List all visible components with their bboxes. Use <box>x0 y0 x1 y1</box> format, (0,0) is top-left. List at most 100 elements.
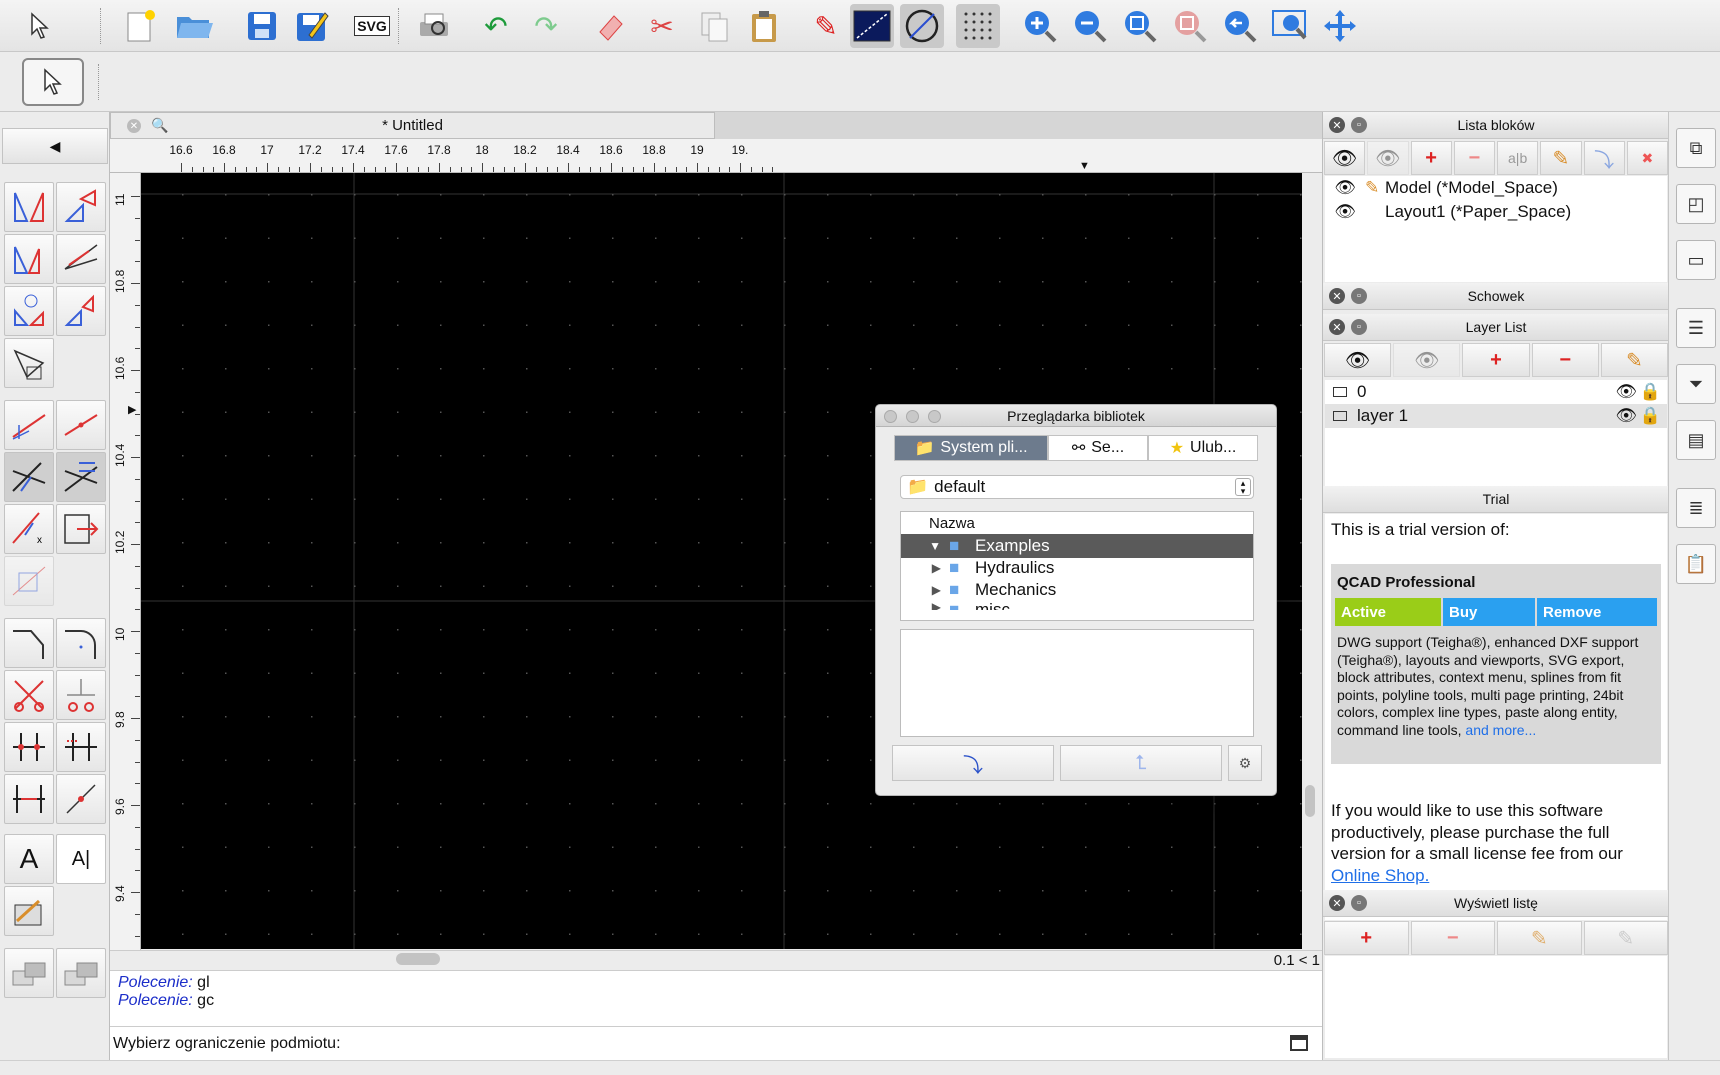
zoom-dot[interactable] <box>928 410 941 423</box>
horizontal-scrollbar[interactable] <box>396 953 440 965</box>
layer-row[interactable]: layer 1 👁 🔒 <box>1325 404 1667 428</box>
up-button[interactable]: ⮤ <box>1060 745 1222 781</box>
float-icon[interactable]: ▫ <box>1351 319 1367 335</box>
hatch-tool-icon[interactable] <box>4 886 54 936</box>
pencil-icon[interactable]: ✎ <box>804 4 848 48</box>
print-preview-icon[interactable] <box>412 4 456 48</box>
fillet-tool-icon[interactable] <box>56 618 106 668</box>
zoom-window-icon[interactable] <box>1268 4 1312 48</box>
chamfer-tool-icon[interactable] <box>4 618 54 668</box>
pan-icon[interactable] <box>1318 4 1362 48</box>
stretch-tool-icon[interactable] <box>56 504 106 554</box>
tree-item-examples[interactable]: ▼ ■ Examples <box>901 534 1253 558</box>
close-dot[interactable] <box>884 410 897 423</box>
property-toggle-icon[interactable]: ▤ <box>1676 420 1716 460</box>
collapsed-arrow-icon[interactable]: ▶ <box>901 583 941 597</box>
document-tab[interactable]: ✕ 🔍 * Untitled <box>110 112 715 139</box>
block-list-toggle-icon[interactable]: ⧉ <box>1676 128 1716 168</box>
copy-icon[interactable] <box>692 4 736 48</box>
open-folder-icon[interactable] <box>172 4 216 48</box>
delete-block-icon[interactable]: ✖ <box>1626 141 1668 175</box>
more-link[interactable]: and more... <box>1465 722 1536 738</box>
float-icon[interactable]: ▫ <box>1351 288 1367 304</box>
minimize-dot[interactable] <box>906 410 919 423</box>
edit-icon[interactable]: ✎ <box>1497 921 1582 955</box>
dot-grid-icon[interactable] <box>956 4 1000 48</box>
save-icon[interactable] <box>240 4 284 48</box>
zoom-out-icon[interactable] <box>1068 4 1112 48</box>
divide-tool-icon[interactable]: x <box>4 504 54 554</box>
window-icon[interactable] <box>1290 1035 1308 1051</box>
new-file-icon[interactable] <box>118 4 162 48</box>
cut-tool-icon[interactable] <box>56 670 106 720</box>
filter-toggle-icon[interactable]: ⏷ <box>1676 364 1716 404</box>
command-line-toggle-icon[interactable]: ≣ <box>1676 488 1716 528</box>
show-all-icon[interactable]: 👁 <box>1324 141 1366 175</box>
offset-tool-icon[interactable] <box>4 452 54 502</box>
text-tool-icon[interactable]: A <box>4 834 54 884</box>
column-header[interactable]: Nazwa <box>901 512 1253 536</box>
explode-tool-icon[interactable] <box>56 722 106 772</box>
close-icon[interactable]: ✕ <box>1329 319 1345 335</box>
rename-icon[interactable]: ✎ <box>1583 921 1668 955</box>
close-tab-icon[interactable]: ✕ <box>127 119 141 133</box>
tree-item-hydraulics[interactable]: ▶ ■ Hydraulics <box>901 556 1253 580</box>
edit-block-icon[interactable]: ✎ <box>1540 141 1582 175</box>
eraser-icon[interactable] <box>588 4 632 48</box>
zoom-auto-icon[interactable] <box>1118 4 1162 48</box>
vertical-scrollbar[interactable] <box>1305 785 1315 817</box>
lock-icon[interactable]: 🔒 <box>1640 406 1661 426</box>
zoom-in-icon[interactable] <box>1018 4 1062 48</box>
source-combobox[interactable]: 📁 default ▴ ▾ <box>900 475 1254 499</box>
rotate-two-tool-icon[interactable] <box>56 286 106 336</box>
edit-layer-icon[interactable]: ✎ <box>1600 343 1669 377</box>
remove-layer-icon[interactable]: − <box>1531 343 1599 377</box>
remove-icon[interactable]: − <box>1410 921 1495 955</box>
move-rotate-tool-icon[interactable] <box>4 286 54 336</box>
save-as-icon[interactable] <box>290 4 334 48</box>
library-browser-toggle-icon[interactable]: ◰ <box>1676 184 1716 224</box>
bevel-tool-icon[interactable] <box>4 338 54 388</box>
trim-tool-icon[interactable] <box>56 400 106 450</box>
layer-tool-icon[interactable] <box>4 948 54 998</box>
tree-item-misc[interactable]: ▶ ■ misc <box>901 600 1253 610</box>
eye-icon[interactable]: 👁 <box>1325 178 1365 198</box>
eye-icon[interactable]: 👁 <box>1615 382 1637 402</box>
pointer-icon[interactable] <box>18 4 62 48</box>
library-browser-titlebar[interactable]: Przeglądarka bibliotek <box>876 405 1276 427</box>
remove-block-icon[interactable]: − <box>1453 141 1495 175</box>
block-tool-icon[interactable] <box>56 948 106 998</box>
rename-block-icon[interactable]: a|b <box>1497 141 1539 175</box>
svg-export-icon[interactable]: SVG <box>350 4 394 48</box>
expanded-arrow-icon[interactable]: ▼ <box>901 539 941 553</box>
buy-button[interactable]: Buy <box>1443 598 1535 626</box>
command-input[interactable]: Wybierz ograniczenie podmiotu: <box>110 1026 1322 1060</box>
online-shop-link[interactable]: Online Shop. <box>1331 866 1429 885</box>
float-icon[interactable]: ▫ <box>1351 895 1367 911</box>
redo-icon[interactable]: ↷ <box>524 4 568 48</box>
list-toggle-icon[interactable]: ☰ <box>1676 308 1716 348</box>
eye-icon[interactable]: 👁 <box>1325 202 1365 222</box>
mirror-tool-icon[interactable] <box>4 182 54 232</box>
eye-icon[interactable]: 👁 <box>1615 406 1637 426</box>
block-row[interactable]: 👁 ✎ Model (*Model_Space) <box>1325 176 1667 200</box>
hide-all-layers-icon[interactable]: 👁 <box>1393 343 1461 377</box>
block-row[interactable]: 👁 Layout1 (*Paper_Space) <box>1325 200 1667 224</box>
add-block-icon[interactable]: + <box>1410 141 1452 175</box>
split-tool-icon[interactable] <box>4 722 54 772</box>
float-icon[interactable]: ▫ <box>1351 117 1367 133</box>
layer-row[interactable]: 0 👁 🔒 <box>1325 380 1667 404</box>
add-icon[interactable]: + <box>1324 921 1409 955</box>
clipboard-toggle-icon[interactable]: 📋 <box>1676 544 1716 584</box>
settings-button[interactable]: ⚙ <box>1228 745 1262 781</box>
paste-icon[interactable] <box>742 4 786 48</box>
close-icon[interactable]: ✕ <box>1329 895 1345 911</box>
show-all-layers-icon[interactable]: 👁 <box>1324 343 1392 377</box>
break-out-tool-icon[interactable] <box>4 670 54 720</box>
parallel-tool-icon[interactable] <box>56 452 106 502</box>
library-tree[interactable]: Nazwa ▼ ■ Examples ▶ ■ Hydraulics ▶ ■ Mechanic… <box>900 511 1254 621</box>
rotate-tool-icon[interactable] <box>56 182 106 232</box>
remove-button[interactable]: Remove <box>1537 598 1657 626</box>
scale-tool-icon[interactable] <box>56 234 106 284</box>
add-layer-icon[interactable]: + <box>1462 343 1530 377</box>
